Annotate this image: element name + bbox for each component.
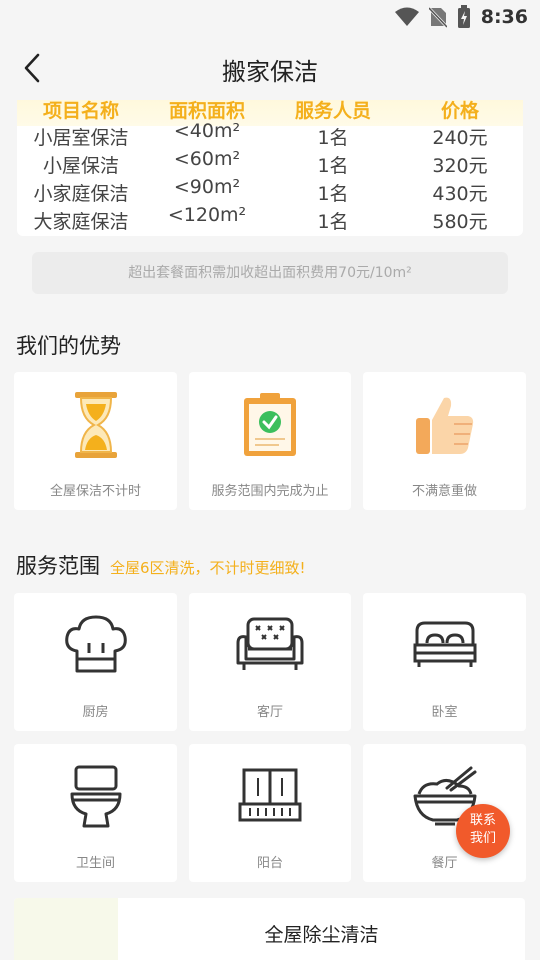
service-label: 卫生间 [75, 856, 115, 871]
advantage-card: 全屋保洁不计时 [14, 372, 177, 510]
advantages-title: 我们的优势 [16, 334, 121, 358]
contact-line-2: 我们 [469, 831, 496, 846]
extra-fee-note: 超出套餐面积需加收超出面积费用70元/10m² [32, 252, 508, 294]
cell-staff: 1名 [317, 211, 349, 233]
cell-price: 580元 [432, 211, 488, 233]
advantage-label: 全屋保洁不计时 [49, 484, 141, 499]
advantage-card: 不满意重做 [363, 372, 526, 510]
cell-staff: 1名 [317, 183, 349, 205]
table-row: 小家庭保洁 <90m² 1名 430元 [17, 176, 523, 207]
bed-icon [413, 621, 476, 667]
sofa-icon [236, 617, 304, 670]
cell-name: 小居室保洁 [33, 127, 129, 149]
status-time: 8:36 [480, 6, 528, 28]
cell-name: 小屋保洁 [42, 155, 120, 177]
page-title: 搬家保洁 [222, 58, 318, 86]
service-card-bedroom[interactable]: 卧室 [363, 593, 526, 731]
cell-area: <90m² [173, 176, 241, 198]
service-label: 厨房 [82, 705, 109, 720]
service-card-kitchen[interactable]: 厨房 [14, 593, 177, 731]
service-detail-title: 全屋除尘清洁 [264, 924, 379, 946]
cell-name: 小家庭保洁 [33, 183, 129, 205]
hourglass-icon [74, 392, 117, 458]
status-bar: 8:36 [0, 0, 540, 36]
cell-staff: 1名 [317, 127, 349, 149]
price-table: 项目名称 面积面积 服务人员 价格 小居室保洁 <40m² 1名 240元 小屋… [17, 100, 523, 236]
cell-price: 430元 [432, 183, 488, 205]
contact-us-button[interactable]: 联系 我们 [456, 804, 510, 858]
cell-price: 320元 [432, 155, 488, 177]
clipboard-check-icon [244, 393, 296, 456]
col-header-price: 价格 [440, 100, 480, 122]
col-header-name: 项目名称 [42, 100, 120, 122]
cell-staff: 1名 [317, 155, 349, 177]
service-label: 客厅 [256, 705, 283, 720]
service-detail-card[interactable]: 全屋除尘清洁 [14, 898, 525, 960]
service-card-balcony[interactable]: 阳台 [189, 744, 351, 882]
table-row: 小居室保洁 <40m² 1名 240元 [17, 120, 523, 151]
cell-area: <120m² [167, 204, 247, 226]
service-detail-image [14, 898, 118, 960]
wifi-icon [394, 7, 419, 26]
table-row: 小屋保洁 <60m² 1名 320元 [17, 148, 523, 179]
service-card-living-room[interactable]: 客厅 [189, 593, 351, 731]
chef-hat-icon [64, 615, 127, 673]
contact-line-1: 联系 [469, 813, 496, 828]
cell-name: 大家庭保洁 [33, 211, 129, 233]
toilet-icon [70, 765, 121, 828]
service-card-bathroom[interactable]: 卫生间 [14, 744, 177, 882]
thumbs-up-icon [415, 397, 473, 454]
cell-area: <60m² [173, 148, 241, 170]
app-header: 搬家保洁 [0, 36, 540, 100]
table-row: 大家庭保洁 <120m² 1名 580元 [17, 204, 523, 235]
advantage-card: 服务范围内完成为止 [189, 372, 351, 510]
col-header-staff: 服务人员 [294, 100, 372, 122]
services-title: 服务范围 全屋6区清洗，不计时更细致! [16, 550, 306, 580]
service-label: 卧室 [431, 705, 458, 720]
services-subtitle: 全屋6区清洗，不计时更细致! [110, 559, 306, 577]
advantage-label: 服务范围内完成为止 [211, 484, 329, 499]
services-title-text: 服务范围 [16, 554, 100, 578]
cell-area: <40m² [173, 120, 241, 142]
service-label: 餐厅 [431, 856, 458, 871]
service-label: 阳台 [256, 856, 283, 871]
cell-price: 240元 [432, 127, 488, 149]
battery-charging-icon [457, 5, 470, 28]
window-icon [238, 768, 302, 822]
advantage-label: 不满意重做 [411, 484, 477, 499]
status-icons: 8:36 [394, 5, 528, 29]
no-sim-icon [428, 6, 447, 28]
